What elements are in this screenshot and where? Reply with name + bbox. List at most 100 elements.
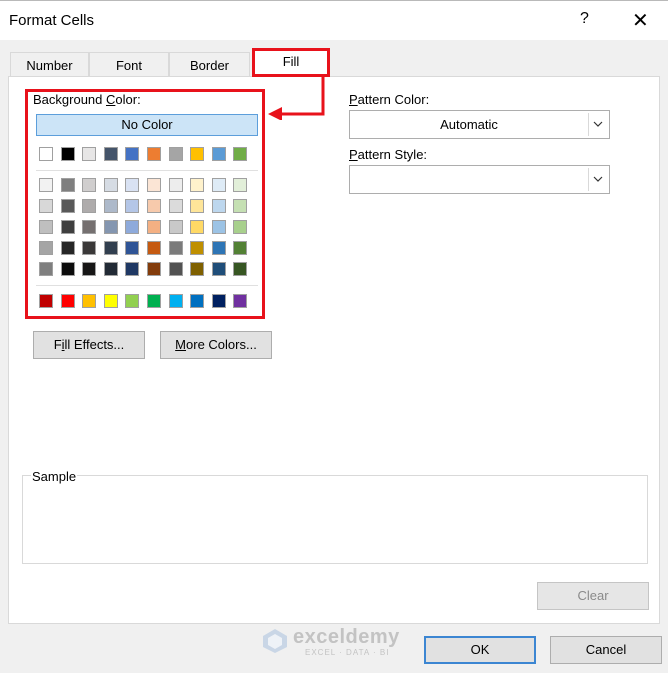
pattern-color-select[interactable]: Automatic	[349, 110, 610, 139]
theme-shade-swatch[interactable]	[103, 220, 118, 234]
theme-shade-swatch[interactable]	[39, 220, 53, 234]
tab-fill[interactable]: Fill	[252, 48, 330, 77]
pattern-style-value	[350, 166, 588, 193]
theme-shade-swatch[interactable]	[211, 199, 226, 213]
theme-shade-swatch[interactable]	[125, 262, 140, 276]
theme-shade-swatch[interactable]	[147, 262, 161, 276]
theme-shade-swatch[interactable]	[190, 199, 205, 213]
theme-shade-swatch[interactable]	[39, 178, 53, 192]
theme-color-swatch[interactable]	[147, 147, 161, 161]
theme-shade-swatch[interactable]	[147, 178, 161, 192]
theme-shade-swatch[interactable]	[39, 199, 53, 213]
theme-shade-swatch[interactable]	[168, 220, 183, 234]
theme-shade-swatch[interactable]	[103, 178, 118, 192]
theme-shade-swatch[interactable]	[190, 220, 205, 234]
theme-shade-swatch[interactable]	[168, 241, 183, 255]
theme-shade-swatch[interactable]	[125, 220, 140, 234]
theme-shade-swatch[interactable]	[82, 241, 97, 255]
theme-shade-swatch[interactable]	[103, 262, 118, 276]
standard-color-swatch[interactable]	[60, 294, 75, 308]
theme-shade-swatch[interactable]	[60, 241, 75, 255]
sample-label: Sample	[31, 469, 78, 484]
ok-button[interactable]: OK	[424, 636, 536, 664]
theme-shade-swatch[interactable]	[211, 241, 226, 255]
dialog-title: Format Cells	[9, 12, 95, 29]
theme-shade-swatch[interactable]	[211, 262, 226, 276]
theme-shade-swatch[interactable]	[60, 262, 75, 276]
theme-shade-swatch[interactable]	[82, 262, 97, 276]
close-icon[interactable]: ✕	[632, 8, 649, 33]
theme-shade-swatch[interactable]	[190, 262, 205, 276]
theme-shade-swatch[interactable]	[147, 199, 161, 213]
theme-shade-swatch[interactable]	[147, 220, 161, 234]
theme-shade-swatch[interactable]	[233, 199, 248, 213]
theme-shade-swatch[interactable]	[233, 241, 248, 255]
theme-shade-swatch[interactable]	[125, 178, 140, 192]
theme-shade-swatch[interactable]	[39, 241, 53, 255]
standard-color-swatch[interactable]	[211, 294, 226, 308]
palette-divider	[36, 285, 258, 286]
standard-color-swatch[interactable]	[190, 294, 205, 308]
theme-color-swatch[interactable]	[190, 147, 205, 161]
theme-shade-swatch[interactable]	[39, 262, 53, 276]
clear-button[interactable]: Clear	[537, 582, 649, 610]
theme-shade-swatch[interactable]	[125, 241, 140, 255]
pattern-style-select[interactable]	[349, 165, 610, 194]
theme-shade-swatch[interactable]	[190, 178, 205, 192]
theme-shade-swatch[interactable]	[125, 199, 140, 213]
theme-shade-swatch[interactable]	[60, 199, 75, 213]
theme-shade-swatch[interactable]	[211, 178, 226, 192]
more-colors-button[interactable]: More Colors...	[160, 331, 272, 359]
theme-shade-swatch[interactable]	[168, 262, 183, 276]
background-color-label: Background Color:	[33, 92, 141, 107]
pattern-color-value: Automatic	[440, 117, 498, 132]
theme-shade-swatch[interactable]	[82, 199, 97, 213]
theme-color-swatch[interactable]	[82, 147, 97, 161]
standard-color-swatch[interactable]	[82, 294, 97, 308]
tab-font[interactable]: Font	[89, 52, 169, 77]
theme-color-swatch[interactable]	[39, 147, 53, 161]
annotation-arrow-icon	[268, 76, 325, 120]
help-icon[interactable]: ?	[580, 10, 589, 28]
theme-shade-swatch[interactable]	[82, 178, 97, 192]
watermark-tagline: EXCEL · DATA · BI	[305, 648, 390, 657]
no-color-button[interactable]: No Color	[36, 114, 258, 136]
theme-shade-swatch[interactable]	[168, 178, 183, 192]
fill-effects-button[interactable]: Fill Effects...	[33, 331, 145, 359]
theme-color-swatch[interactable]	[168, 147, 183, 161]
theme-shade-swatch[interactable]	[103, 241, 118, 255]
theme-shade-swatch[interactable]	[60, 178, 75, 192]
title-bar	[0, 0, 668, 40]
theme-shade-swatch[interactable]	[103, 199, 118, 213]
theme-shade-swatch[interactable]	[168, 199, 183, 213]
theme-shade-swatch[interactable]	[211, 220, 226, 234]
sample-preview	[22, 475, 648, 564]
cancel-button[interactable]: Cancel	[550, 636, 662, 664]
standard-color-swatch[interactable]	[103, 294, 118, 308]
theme-color-swatch[interactable]	[233, 147, 248, 161]
theme-shade-swatch[interactable]	[190, 241, 205, 255]
theme-shade-swatch[interactable]	[147, 241, 161, 255]
standard-color-swatch[interactable]	[168, 294, 183, 308]
theme-shade-swatch[interactable]	[82, 220, 97, 234]
theme-color-swatch[interactable]	[211, 147, 226, 161]
theme-color-swatch[interactable]	[103, 147, 118, 161]
standard-color-swatch[interactable]	[147, 294, 161, 308]
theme-shade-swatch[interactable]	[233, 178, 248, 192]
theme-color-swatch[interactable]	[60, 147, 75, 161]
chevron-down-icon[interactable]	[588, 113, 607, 136]
chevron-down-icon[interactable]	[588, 168, 607, 191]
standard-color-swatch[interactable]	[233, 294, 248, 308]
exceldemy-logo-icon	[263, 629, 287, 653]
theme-shade-swatch[interactable]	[233, 220, 248, 234]
pattern-style-label: Pattern Style:	[349, 147, 428, 162]
standard-color-swatch[interactable]	[39, 294, 53, 308]
standard-color-swatch[interactable]	[125, 294, 140, 308]
pattern-color-label: Pattern Color:	[349, 92, 430, 107]
theme-shade-swatch[interactable]	[233, 262, 248, 276]
tab-number[interactable]: Number	[10, 52, 89, 77]
tab-border[interactable]: Border	[169, 52, 250, 77]
palette-divider	[36, 170, 258, 171]
theme-color-swatch[interactable]	[125, 147, 140, 161]
theme-shade-swatch[interactable]	[60, 220, 75, 234]
